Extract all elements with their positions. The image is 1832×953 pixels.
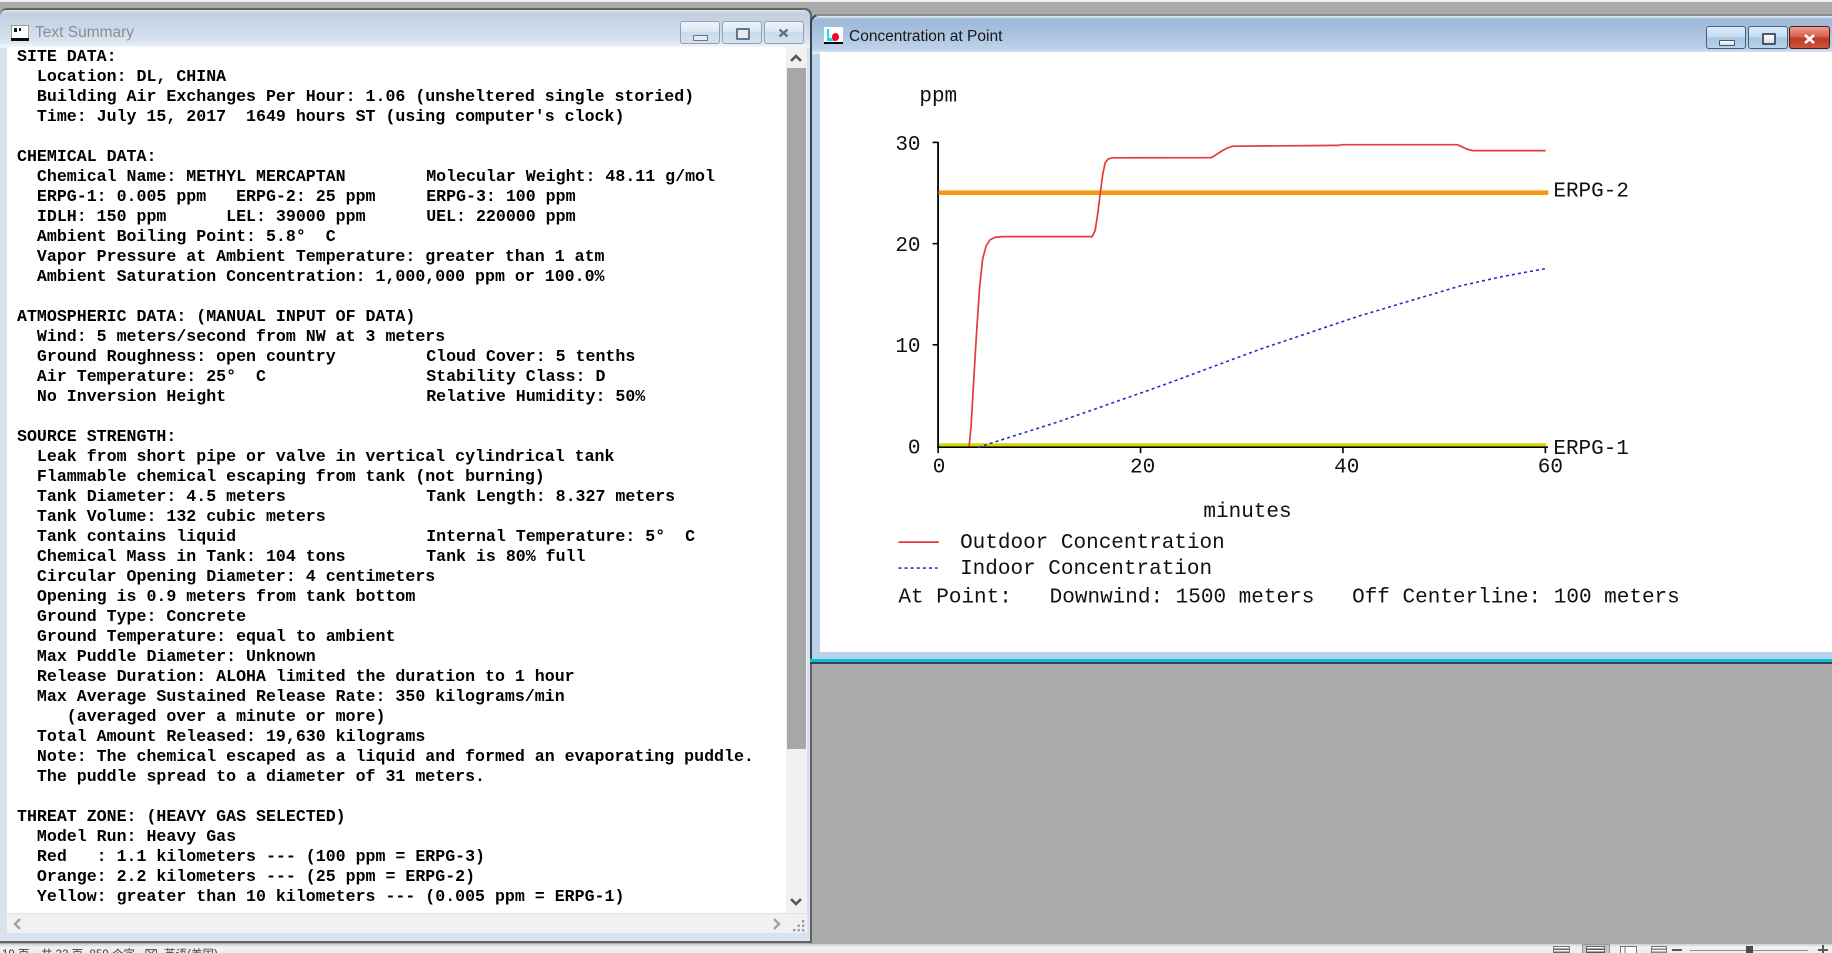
svg-text:ERPG-2: ERPG-2 xyxy=(1553,180,1629,203)
svg-text:40: 40 xyxy=(1334,456,1359,479)
svg-text:ppm: ppm xyxy=(919,85,957,108)
svg-text:At Point: Downwind: 1500 met: At Point: Downwind: 1500 meters Off Cent… xyxy=(898,586,1679,609)
svg-text:20: 20 xyxy=(1130,456,1155,479)
svg-text:0: 0 xyxy=(907,437,920,460)
svg-text:Indoor Concentration: Indoor Concentration xyxy=(960,558,1212,581)
svg-text:20: 20 xyxy=(895,235,920,258)
svg-text:10: 10 xyxy=(895,336,920,359)
svg-text:30: 30 xyxy=(895,133,920,156)
svg-text:Outdoor Concentration: Outdoor Concentration xyxy=(960,531,1225,554)
svg-text:minutes: minutes xyxy=(1203,501,1291,524)
svg-text:ERPG-1: ERPG-1 xyxy=(1553,438,1629,461)
svg-text:0: 0 xyxy=(932,456,945,479)
